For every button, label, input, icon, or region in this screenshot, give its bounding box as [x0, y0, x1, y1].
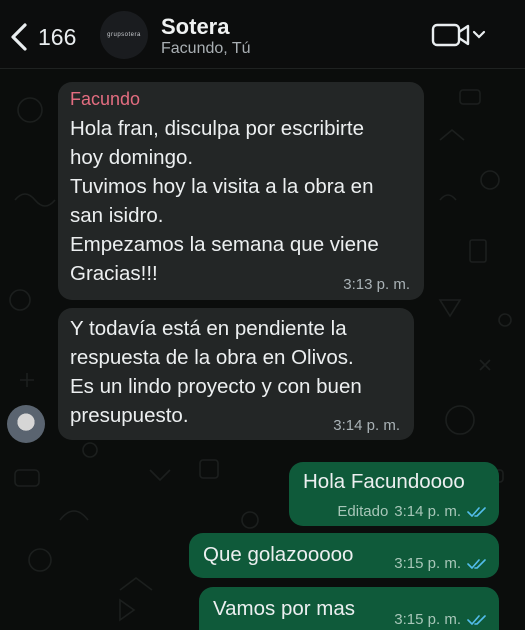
message-bubble-incoming[interactable]: Y todavía está en pendiente la respuesta… [58, 308, 414, 440]
message-time: 3:15 p. m. [394, 611, 461, 628]
message-bubble-outgoing[interactable]: Vamos por mas 3:15 p. m. [199, 587, 499, 630]
message-time: 3:14 p. m. [394, 503, 461, 520]
back-unread-count[interactable]: 166 [38, 24, 76, 51]
message-meta: 3:15 p. m. [394, 611, 487, 628]
sender-avatar[interactable] [7, 405, 45, 443]
chat-header: 166 grupsotera Sotera Facundo, Tú [0, 0, 525, 69]
double-check-icon [467, 506, 486, 517]
message-text: Hola fran, disculpa por escribirte hoy d… [70, 117, 379, 285]
double-check-icon [467, 558, 486, 569]
video-call-icon[interactable] [430, 20, 488, 50]
message-time: 3:13 p. m. [343, 276, 410, 293]
edited-label: Editado [337, 503, 389, 520]
message-sender[interactable]: Facundo [70, 89, 140, 110]
chat-participants[interactable]: Facundo, Tú [161, 40, 251, 58]
chat-title[interactable]: Sotera [161, 14, 229, 40]
message-time: 3:14 p. m. [333, 417, 400, 434]
double-check-icon [467, 614, 486, 625]
message-text: Y todavía está en pendiente la respuesta… [70, 317, 362, 427]
message-meta: 3:15 p. m. [394, 555, 487, 572]
group-avatar[interactable]: grupsotera [100, 11, 148, 59]
chevron-left-icon[interactable] [8, 22, 30, 52]
message-meta: Editado 3:14 p. m. [337, 503, 487, 520]
message-bubble-incoming[interactable]: Facundo Hola fran, disculpa por escribir… [58, 82, 424, 300]
message-bubble-outgoing[interactable]: Hola Facundoooo Editado 3:14 p. m. [289, 462, 499, 526]
message-bubble-outgoing[interactable]: Que golazooooo 3:15 p. m. [189, 533, 499, 578]
message-text: Hola Facundoooo [303, 470, 465, 493]
message-text: Que golazooooo [203, 543, 354, 566]
group-avatar-text: grupsotera [107, 32, 141, 38]
message-text: Vamos por mas [213, 597, 356, 620]
message-time: 3:15 p. m. [394, 555, 461, 572]
